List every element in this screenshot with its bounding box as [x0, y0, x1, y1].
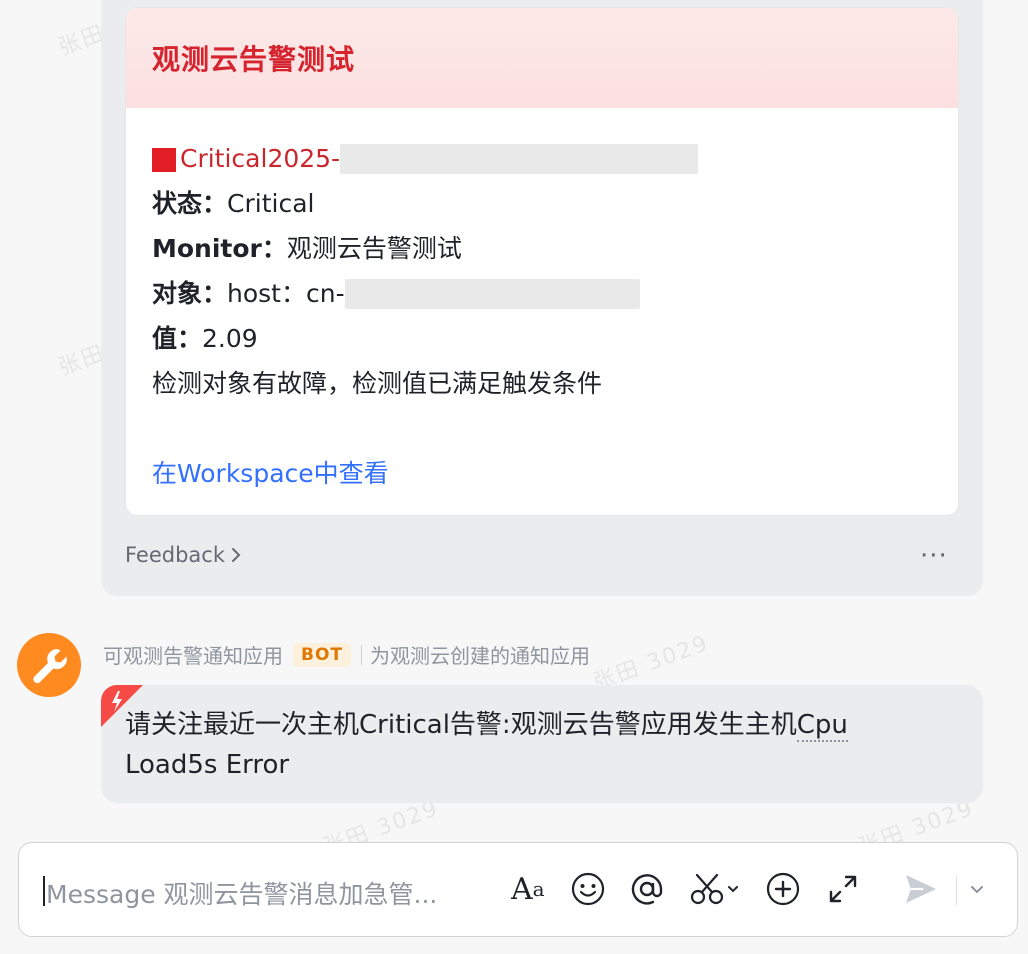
feedback-label: Feedback	[125, 543, 226, 567]
message-composer[interactable]: Message 观测云告警消息加急管... Aa	[18, 842, 1018, 937]
description-line: 检测对象有故障，检测值已满足触发条件	[152, 361, 932, 406]
mention-icon[interactable]	[629, 869, 665, 909]
status-value: Critical	[227, 189, 315, 218]
bot-message-line2: Load5s Error	[125, 750, 290, 780]
bot-avatar[interactable]	[17, 633, 81, 697]
sender-description: 为观测云创建的通知应用	[370, 644, 591, 668]
message-input[interactable]: Message 观测云告警消息加急管...	[46, 875, 437, 911]
value-label: 值：	[152, 324, 203, 353]
card-title: 观测云告警测试	[152, 43, 356, 76]
message-meta: 可观测告警通知应用 BOT 为观测云创建的通知应用	[103, 640, 590, 669]
text-caret	[43, 876, 45, 906]
urgent-flag-icon	[101, 685, 143, 727]
send-icon[interactable]	[903, 869, 939, 909]
sender-name[interactable]: 可观测告警通知应用	[103, 640, 283, 669]
redacted-block	[340, 143, 699, 174]
value-value: 2.09	[202, 324, 258, 353]
object-line: 对象： host：cn-	[152, 271, 932, 316]
monitor-label: Monitor：	[152, 234, 287, 263]
alert-card: 观测云告警测试 Critical2025- 状态： Critical Monit…	[125, 7, 959, 516]
status-line: 状态： Critical	[152, 181, 932, 226]
redacted-block	[344, 278, 640, 309]
bot-message-line1-tail[interactable]: Cpu	[796, 710, 848, 742]
emoji-icon[interactable]	[570, 869, 606, 909]
monitor-line: Monitor： 观测云告警测试	[152, 226, 932, 271]
critical-text: Critical2025-	[180, 144, 341, 173]
add-icon[interactable]	[765, 869, 801, 909]
meta-divider	[361, 644, 363, 665]
bot-message-bubble: 请关注最近一次主机Critical告警:观测云告警应用发生主机Cpu Load5…	[101, 685, 983, 803]
red-square-icon	[152, 147, 176, 172]
card-body: Critical2025- 状态： Critical Monitor： 观测云告…	[126, 108, 958, 496]
send-options-chevron-icon[interactable]	[969, 869, 985, 909]
send-divider	[956, 875, 957, 905]
description-text: 检测对象有故障，检测值已满足触发条件	[152, 369, 603, 398]
object-label: 对象：	[152, 279, 228, 308]
chevron-right-icon	[232, 548, 241, 562]
text-format-icon[interactable]: Aa	[511, 869, 545, 909]
critical-line: Critical2025-	[152, 136, 932, 181]
expand-icon[interactable]	[827, 869, 859, 909]
feedback-button[interactable]: Feedback	[125, 543, 241, 567]
workspace-link-line: 在Workspace中查看	[152, 451, 932, 496]
bot-message-text: 请关注最近一次主机Critical告警:观测云告警应用发生主机Cpu Load5…	[125, 705, 959, 785]
value-line: 值： 2.09	[152, 316, 932, 361]
bot-badge: BOT	[293, 642, 352, 667]
bot-message-line1: 请关注最近一次主机Critical告警:观测云告警应用发生主机	[125, 710, 797, 740]
monitor-value: 观测云告警测试	[286, 234, 462, 263]
card-header: 观测云告警测试	[126, 8, 958, 108]
screenshot-scissors-icon[interactable]	[689, 869, 743, 909]
more-options-icon[interactable]: ···	[920, 541, 948, 571]
wrench-icon	[33, 649, 67, 684]
view-in-workspace-link[interactable]: 在Workspace中查看	[152, 451, 389, 496]
object-value: host：cn-	[227, 279, 345, 308]
status-label: 状态：	[152, 189, 228, 218]
